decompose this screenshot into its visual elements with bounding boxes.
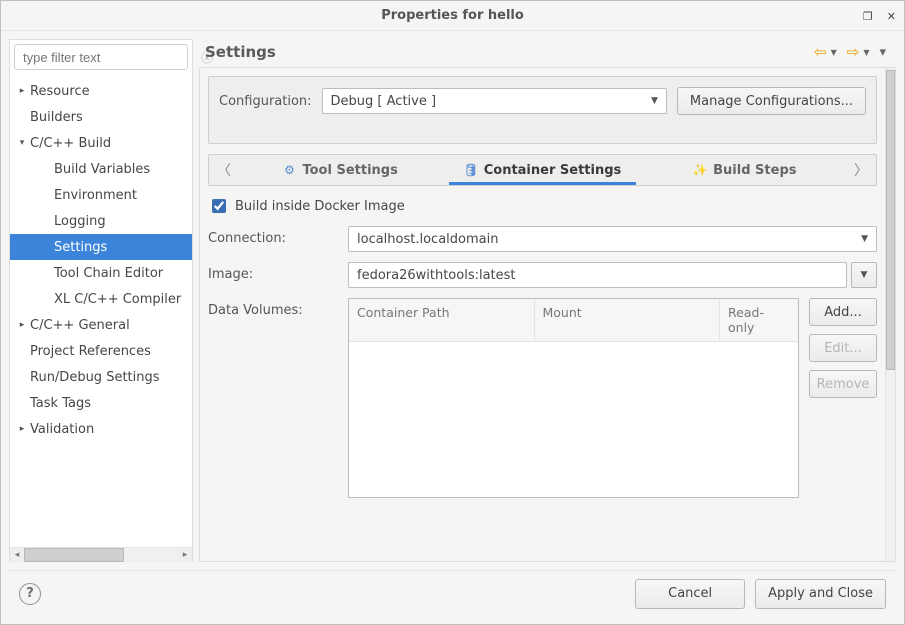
tab-label: Tool Settings	[302, 163, 397, 178]
container-icon: 🛢	[464, 163, 478, 177]
chevron-down-icon: ▼	[861, 234, 868, 244]
wand-icon: ✨	[693, 163, 707, 177]
tab-label: Build Steps	[713, 163, 796, 178]
scroll-thumb[interactable]	[24, 548, 124, 562]
page-title: Settings	[205, 43, 276, 61]
properties-dialog: Properties for hello ❐ ✕ ⓧ ▸ResourceBuil…	[0, 0, 905, 625]
category-panel: ⓧ ▸ResourceBuilders▾C/C++ BuildBuild Var…	[9, 39, 193, 562]
apply-and-close-button[interactable]: Apply and Close	[755, 579, 886, 609]
tree-item-label: Validation	[30, 422, 94, 437]
filter-box[interactable]: ⓧ	[14, 44, 188, 70]
configuration-bar: Configuration: Debug [ Active ] ▼ Manage…	[208, 76, 877, 144]
category-tree[interactable]: ▸ResourceBuilders▾C/C++ BuildBuild Varia…	[10, 74, 192, 547]
tree-item-label: Tool Chain Editor	[54, 266, 163, 281]
build-inside-docker-label: Build inside Docker Image	[235, 199, 405, 214]
close-icon[interactable]: ✕	[887, 10, 896, 23]
build-inside-docker-checkbox[interactable]	[212, 199, 226, 213]
page-nav: ⇦ ▼ ⇨ ▼ ▾	[814, 43, 886, 61]
tree-item[interactable]: Run/Debug Settings	[10, 364, 192, 390]
tree-item-label: Resource	[30, 84, 90, 99]
expanded-icon[interactable]: ▾	[14, 138, 30, 148]
add-volume-button[interactable]: Add...	[809, 298, 877, 326]
image-label: Image:	[208, 262, 338, 282]
back-icon[interactable]: ⇦	[814, 43, 827, 61]
tree-item[interactable]: Build Variables	[10, 156, 192, 182]
configuration-value: Debug [ Active ]	[331, 94, 437, 109]
tree-item[interactable]: Builders	[10, 104, 192, 130]
tree-item[interactable]: Environment	[10, 182, 192, 208]
tab-scroll-left-icon[interactable]: 〈	[209, 155, 239, 185]
cancel-button[interactable]: Cancel	[635, 579, 745, 609]
window-title: Properties for hello	[381, 8, 524, 23]
tree-item-label: Task Tags	[30, 396, 91, 411]
forward-history-icon[interactable]: ▼	[863, 48, 869, 57]
tab-container-settings[interactable]: 🛢 Container Settings	[441, 155, 643, 185]
help-icon[interactable]: ?	[19, 583, 41, 605]
tab-tool-settings[interactable]: ⚙ Tool Settings	[239, 155, 441, 185]
manage-configurations-button[interactable]: Manage Configurations...	[677, 87, 866, 115]
configuration-label: Configuration:	[219, 94, 312, 109]
tree-item-label: Environment	[54, 188, 137, 203]
image-dropdown-button[interactable]: ▼	[851, 262, 877, 288]
tree-item-label: Run/Debug Settings	[30, 370, 160, 385]
settings-tabbar: 〈 ⚙ Tool Settings 🛢 Container Settings ✨…	[208, 154, 877, 186]
forward-icon[interactable]: ⇨	[847, 43, 860, 61]
gear-icon: ⚙	[282, 163, 296, 177]
tree-item[interactable]: ▸Resource	[10, 78, 192, 104]
tree-item[interactable]: ▸C/C++ General	[10, 312, 192, 338]
view-menu-icon[interactable]: ▾	[879, 45, 886, 60]
tree-item[interactable]: ▸Validation	[10, 416, 192, 442]
image-value: fedora26withtools:latest	[357, 268, 516, 283]
scroll-right-icon[interactable]: ▸	[178, 548, 192, 562]
image-field[interactable]: fedora26withtools:latest	[348, 262, 847, 288]
collapsed-icon[interactable]: ▸	[14, 86, 30, 96]
tree-item-label: Settings	[54, 240, 107, 255]
tab-build-steps[interactable]: ✨ Build Steps	[644, 155, 846, 185]
collapsed-icon[interactable]: ▸	[14, 320, 30, 330]
tree-item[interactable]: Settings	[10, 234, 192, 260]
maximize-icon[interactable]: ❐	[863, 10, 873, 23]
data-volumes-table[interactable]: Container Path Mount Read-only	[348, 298, 799, 498]
scroll-left-icon[interactable]: ◂	[10, 548, 24, 562]
tree-item-label: Project References	[30, 344, 151, 359]
dialog-footer: ? Cancel Apply and Close	[9, 570, 896, 616]
tree-h-scrollbar[interactable]: ◂ ▸	[10, 547, 192, 561]
chevron-down-icon: ▼	[651, 96, 658, 106]
scroll-track[interactable]	[24, 548, 178, 562]
tree-item-label: XL C/C++ Compiler	[54, 292, 181, 307]
tree-item-label: C/C++ Build	[30, 136, 111, 151]
tab-label: Container Settings	[484, 163, 622, 178]
titlebar: Properties for hello ❐ ✕	[1, 1, 904, 31]
tree-item[interactable]: ▾C/C++ Build	[10, 130, 192, 156]
v-scroll-thumb[interactable]	[886, 70, 895, 370]
tab-scroll-right-icon[interactable]: 〉	[846, 155, 876, 185]
dialog-body: ⓧ ▸ResourceBuilders▾C/C++ BuildBuild Var…	[1, 31, 904, 624]
col-container-path[interactable]: Container Path	[349, 299, 535, 341]
tree-item-label: Logging	[54, 214, 106, 229]
remove-volume-button: Remove	[809, 370, 877, 398]
edit-volume-button: Edit...	[809, 334, 877, 362]
back-history-icon[interactable]: ▼	[831, 48, 837, 57]
collapsed-icon[interactable]: ▸	[14, 424, 30, 434]
data-volumes-label: Data Volumes:	[208, 298, 338, 318]
tree-item-label: Builders	[30, 110, 83, 125]
tree-item-label: Build Variables	[54, 162, 150, 177]
tree-item-label: C/C++ General	[30, 318, 130, 333]
filter-input[interactable]	[21, 49, 201, 66]
configuration-select[interactable]: Debug [ Active ] ▼	[322, 88, 667, 114]
tree-item[interactable]: Logging	[10, 208, 192, 234]
content-v-scrollbar[interactable]	[885, 68, 895, 561]
col-mount[interactable]: Mount	[535, 299, 721, 341]
settings-panel: Settings ⇦ ▼ ⇨ ▼ ▾ Configuration: Debug	[199, 39, 896, 562]
tree-item[interactable]: Task Tags	[10, 390, 192, 416]
col-read-only[interactable]: Read-only	[720, 299, 798, 341]
container-settings-form: Build inside Docker Image Connection: lo…	[208, 196, 877, 498]
connection-value: localhost.localdomain	[357, 232, 498, 247]
tree-item[interactable]: Project References	[10, 338, 192, 364]
connection-label: Connection:	[208, 226, 338, 246]
connection-select[interactable]: localhost.localdomain ▼	[348, 226, 877, 252]
tree-item[interactable]: XL C/C++ Compiler	[10, 286, 192, 312]
tree-item[interactable]: Tool Chain Editor	[10, 260, 192, 286]
